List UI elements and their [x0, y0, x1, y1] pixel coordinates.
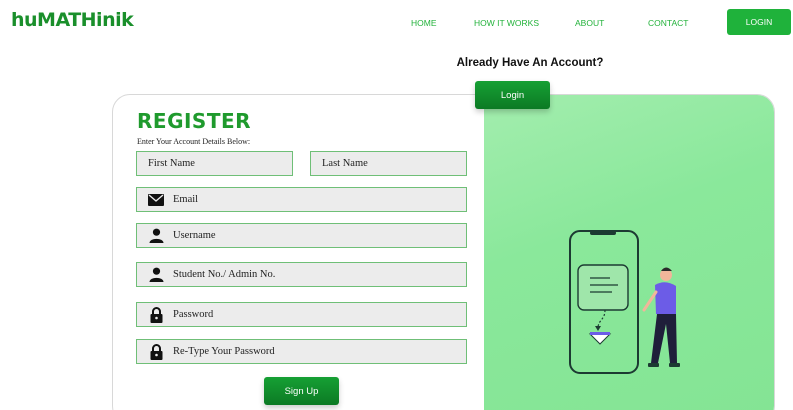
lock-icon [148, 343, 164, 360]
retype-password-field[interactable]: Re-Type Your Password [136, 339, 467, 364]
user-icon [148, 267, 164, 283]
nav-home[interactable]: HOME [411, 18, 437, 28]
email-field[interactable]: Email [136, 187, 467, 212]
lock-icon [148, 306, 164, 323]
user-icon [148, 228, 164, 244]
username-field[interactable]: Username [136, 223, 467, 248]
logo[interactable]: huMATHinik [11, 9, 134, 31]
register-subtitle: Enter Your Account Details Below: [137, 137, 251, 146]
password-placeholder: Password [173, 309, 214, 320]
email-placeholder: Email [173, 194, 199, 205]
phone-person-illustration [569, 230, 680, 374]
username-placeholder: Username [173, 230, 216, 241]
nav-how-it-works[interactable]: HOW IT WORKS [474, 18, 539, 28]
student-no-placeholder: Student No./ Admin No. [173, 269, 276, 280]
nav-login-button[interactable]: LOGIN [727, 9, 791, 35]
register-title: REGISTER [137, 109, 252, 133]
already-have-account-heading: Already Have An Account? [456, 57, 604, 69]
first-name-placeholder: First Name [148, 158, 195, 169]
signup-button[interactable]: Sign Up [264, 377, 339, 405]
envelope-icon [148, 192, 164, 208]
nav-about[interactable]: ABOUT [575, 18, 604, 28]
first-name-field[interactable]: First Name [136, 151, 293, 176]
student-no-field[interactable]: Student No./ Admin No. [136, 262, 467, 287]
panel-login-button[interactable]: Login [475, 81, 550, 109]
retype-password-placeholder: Re-Type Your Password [173, 346, 275, 357]
last-name-placeholder: Last Name [322, 158, 368, 169]
password-field[interactable]: Password [136, 302, 467, 327]
nav-contact[interactable]: CONTACT [648, 18, 688, 28]
